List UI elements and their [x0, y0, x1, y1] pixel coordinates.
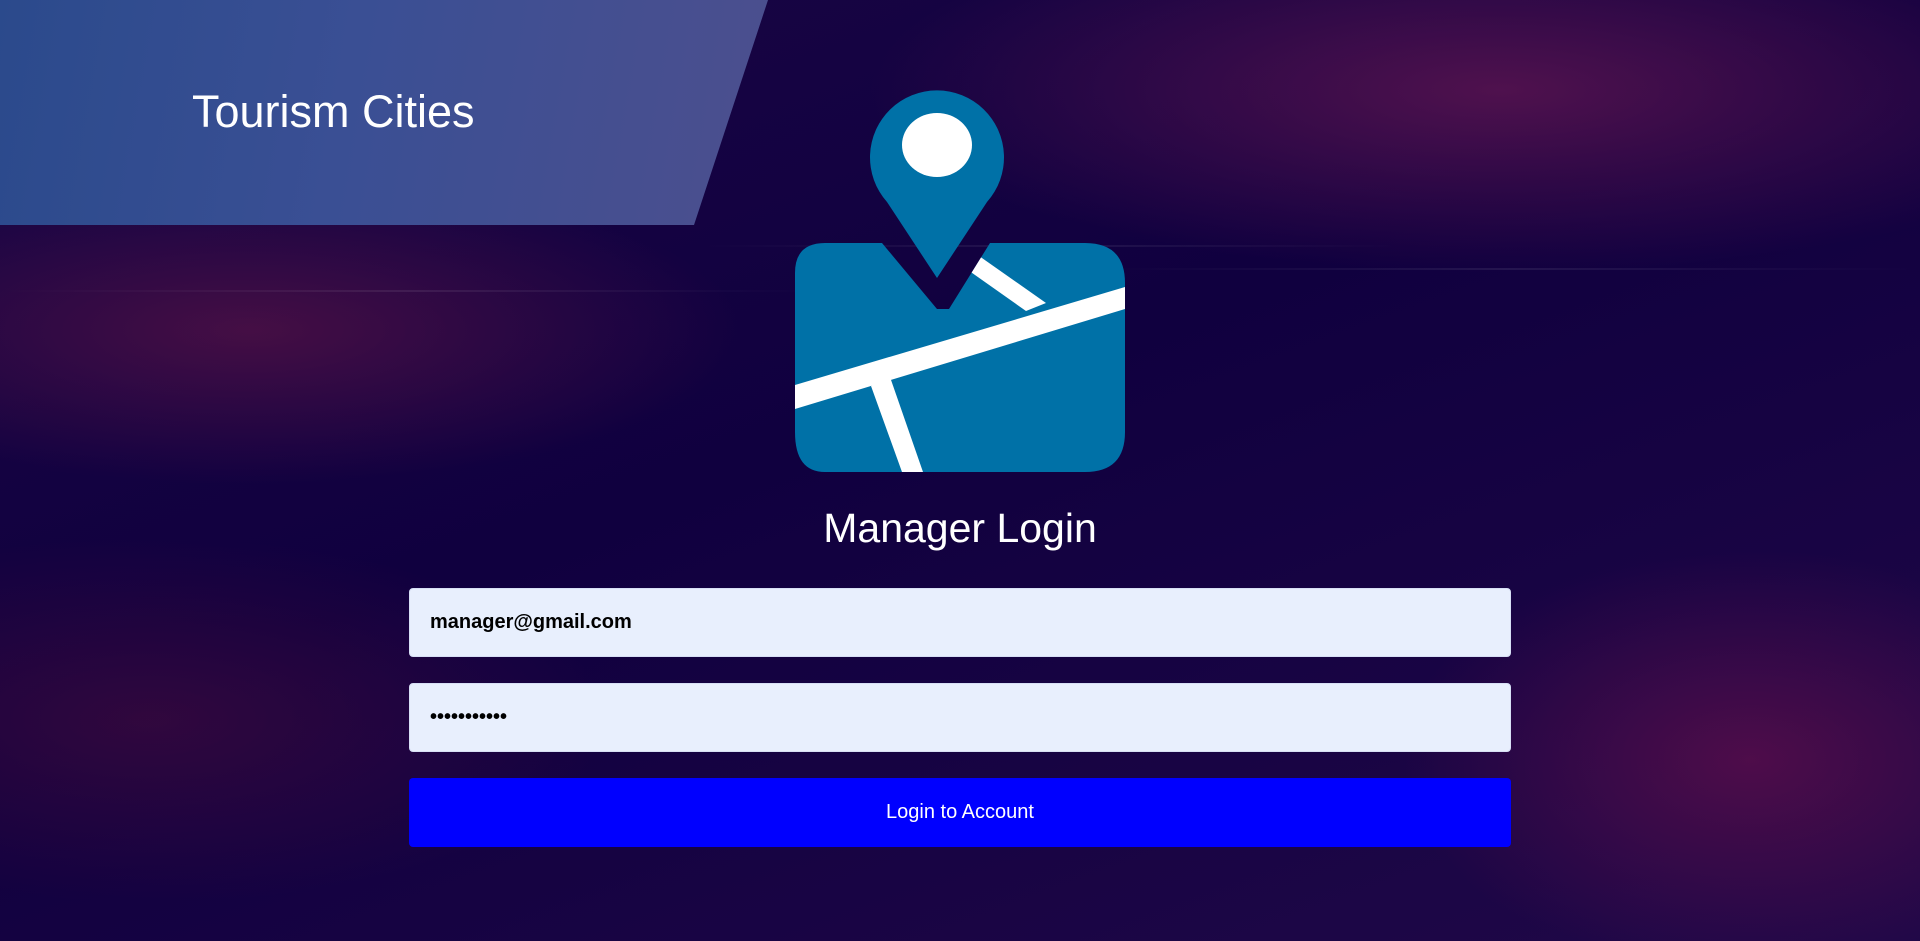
background-streak	[1100, 268, 1920, 270]
email-field[interactable]	[409, 588, 1511, 657]
login-button[interactable]: Login to Account	[409, 778, 1511, 847]
password-field[interactable]	[409, 683, 1511, 752]
map-pin-icon	[795, 90, 1125, 472]
background-streak	[0, 290, 820, 292]
page-title: Manager Login	[823, 505, 1097, 551]
site-title: Tourism Cities	[192, 86, 475, 137]
login-form: Login to Account	[409, 588, 1511, 847]
